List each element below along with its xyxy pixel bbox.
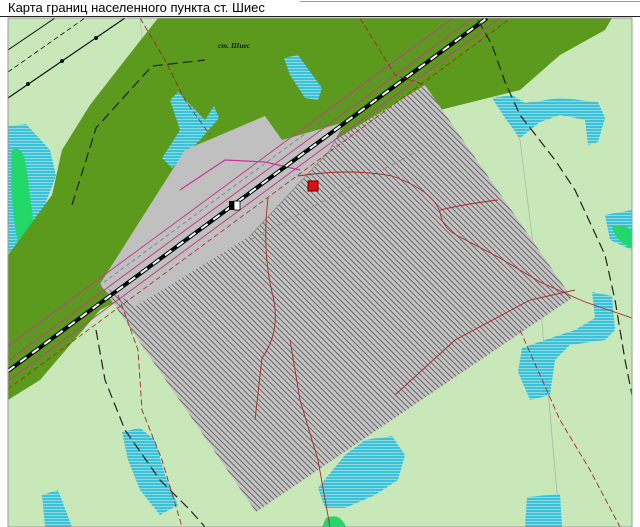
settlement-label: ст. Шиес xyxy=(218,41,251,50)
water-area xyxy=(525,494,562,527)
object-marker xyxy=(307,180,319,192)
map-canvas: ст. Шиес xyxy=(7,17,633,527)
station-marker xyxy=(229,200,241,211)
